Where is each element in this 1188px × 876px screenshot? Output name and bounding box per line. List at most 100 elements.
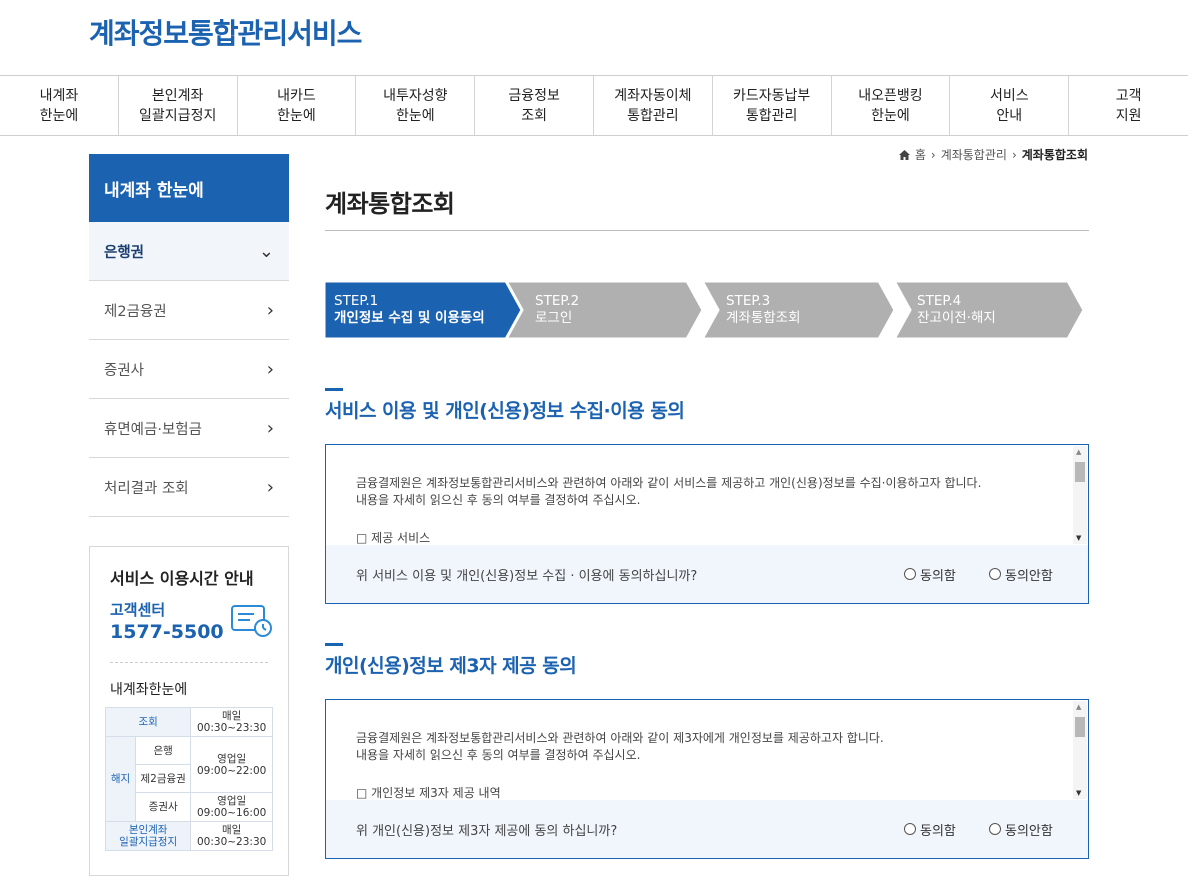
section-title-third-party-consent: 개인(신용)정보 제3자 제공 동의 <box>325 655 577 677</box>
gnb-label-line2: 한눈에 <box>395 107 435 124</box>
breadcrumb: 홈 › 계좌통합관리 › 계좌통합조회 <box>898 146 1088 163</box>
consent-text-line: 금융결제원은 계좌정보통합관리서비스와 관련하여 아래와 같이 서비스를 제공하… <box>356 476 982 490</box>
side-nav-item-second-tier[interactable]: 제2금융권 › <box>89 281 289 340</box>
consent-question: 위 서비스 이용 및 개인(신용)정보 수집 · 이용에 동의하십니까? <box>356 568 698 584</box>
side-nav-item-results[interactable]: 처리결과 조회 › <box>89 458 289 517</box>
gnb-label-line2: 통합관리 <box>627 107 679 124</box>
breadcrumb-home[interactable]: 홈 <box>915 146 926 163</box>
step-number: STEP.4 <box>917 293 962 309</box>
gnb-label-line1: 내투자성향 <box>383 87 448 104</box>
time-line: 영업일 <box>217 752 247 765</box>
time-line: 00:30~23:30 <box>196 722 267 734</box>
disagree-radio[interactable]: 동의안함 <box>989 820 1053 839</box>
radio-circle-icon[interactable] <box>989 568 1001 580</box>
side-nav-item-bank[interactable]: 은행권 ⌄ <box>89 222 289 281</box>
table-cell: 조회 <box>104 707 192 737</box>
section-marker <box>325 388 343 391</box>
step-number: STEP.3 <box>726 293 771 309</box>
side-nav-item-securities[interactable]: 증권사 › <box>89 340 289 399</box>
gnb-label-line1: 본인계좌 <box>151 87 204 104</box>
chevron-right-icon: › <box>266 476 274 498</box>
table-cell: 은행 <box>134 736 192 765</box>
gnb-label-line2: 한눈에 <box>871 107 910 124</box>
side-nav-title: 내계좌 한눈에 <box>89 154 289 222</box>
home-icon[interactable] <box>898 149 910 160</box>
customer-center-icon <box>231 605 272 637</box>
consent-box-service: 금융결제원은 계좌정보통합관리서비스와 관련하여 아래와 같이 서비스를 제공하… <box>325 444 1089 604</box>
side-nav-label: 은행권 <box>104 244 145 261</box>
step-label: 개인정보 수집 및 이용동의 <box>334 310 485 326</box>
radio-circle-icon[interactable] <box>904 823 916 835</box>
gnb-item-card-auto-pay[interactable]: 카드자동납부 통합관리 <box>713 76 832 135</box>
site-header: 계좌정보통합관리서비스 <box>0 0 1188 76</box>
gnb-label-line2: 안내 <box>996 107 1023 124</box>
row-label-line: 본인계좌 <box>128 824 168 836</box>
scroll-up-icon[interactable]: ▲ <box>1076 448 1081 456</box>
service-hours-table: 조회 매일 00:30~23:30 해지 은행 영업일 09:00~22:00 제2… <box>104 707 273 851</box>
divider <box>325 230 1089 231</box>
scrollbar[interactable]: ▲ ▼ <box>1073 446 1087 544</box>
agree-radio[interactable]: 동의함 <box>904 820 956 839</box>
chevron-down-icon: ⌄ <box>258 240 274 262</box>
radio-circle-icon[interactable] <box>904 568 916 580</box>
table-cell: 해지 <box>105 736 136 822</box>
time-line: 영업일 <box>217 795 247 807</box>
time-line: 00:30~23:30 <box>196 836 267 848</box>
side-nav: 내계좌 한눈에 은행권 ⌄ 제2금융권 › 증권사 › 휴면예금·보험금 › 처리결과 … <box>89 154 289 517</box>
customer-center-label: 고객센터 <box>110 601 166 619</box>
time-line: 09:00~16:00 <box>196 807 267 819</box>
scrollbar[interactable]: ▲ ▼ <box>1073 701 1087 799</box>
gnb-item-my-cards[interactable]: 내카드 한눈에 <box>238 76 357 135</box>
scroll-down-icon[interactable]: ▼ <box>1076 534 1081 542</box>
row-label-line: 일괄지급정지 <box>119 836 178 848</box>
radio-circle-icon[interactable] <box>989 823 1001 835</box>
gnb-label-line2: 한눈에 <box>277 107 316 124</box>
site-logo[interactable]: 계좌정보통합관리서비스 <box>89 12 362 52</box>
scroll-thumb[interactable] <box>1075 462 1085 482</box>
customer-center-phone: 1577-5500 <box>110 621 224 643</box>
chevron-right-icon: › <box>1011 147 1017 162</box>
service-hours-title: 서비스 이용시간 안내 <box>110 569 254 588</box>
side-nav-label: 처리결과 조회 <box>104 480 189 497</box>
chevron-right-icon: › <box>266 299 274 321</box>
consent-box-third-party: 금융결제원은 계좌정보통합관리서비스와 관련하여 아래와 같이 제3자에게 개인… <box>325 699 1089 859</box>
section-marker <box>325 643 343 646</box>
table-row: 조회 매일 00:30~23:30 <box>104 707 273 737</box>
service-hours-subtitle: 내계좌한눈에 <box>110 682 188 698</box>
gnb-item-account-stop[interactable]: 본인계좌 일괄지급정지 <box>119 76 238 135</box>
gnb-item-service-info[interactable]: 서비스 안내 <box>950 76 1070 135</box>
table-row: 해지 은행 영업일 09:00~22:00 <box>105 736 273 822</box>
service-hours-panel: 서비스 이용시간 안내 고객센터 1577-5500 내계좌한눈에 조회 매일 0… <box>89 546 289 876</box>
gnb-item-auto-transfer[interactable]: 계좌자동이체 통합관리 <box>594 76 713 135</box>
agree-radio[interactable]: 동의함 <box>904 565 956 584</box>
divider <box>110 662 268 663</box>
gnb-item-invest-profile[interactable]: 내투자성향한눈에 <box>356 76 476 135</box>
table-row: 본인계좌 일괄지급정지 매일 00:30~23:30 <box>104 821 273 851</box>
gnb-item-customer-support[interactable]: 고객 지원 <box>1069 76 1188 135</box>
chevron-right-icon: › <box>930 147 936 162</box>
table-cell: 영업일 09:00~16:00 <box>190 792 273 822</box>
side-nav-item-dormant[interactable]: 휴면예금·보험금 › <box>89 399 289 458</box>
gnb-label-line2: 지원 <box>1115 107 1142 124</box>
gnb-item-open-banking[interactable]: 내오픈뱅킹 한눈에 <box>832 76 951 135</box>
time-line: 09:00~22:00 <box>196 764 267 777</box>
consent-text-line: 금융결제원은 계좌정보통합관리서비스와 관련하여 아래와 같이 제3자에게 개인… <box>356 731 884 745</box>
scroll-up-icon[interactable]: ▲ <box>1076 703 1081 711</box>
step-2: STEP.2 로그인 <box>535 293 579 327</box>
scroll-thumb[interactable] <box>1075 717 1085 737</box>
consent-question-row: 위 서비스 이용 및 개인(신용)정보 수집 · 이용에 동의하십니까? 동의함… <box>326 545 1088 603</box>
scroll-down-icon[interactable]: ▼ <box>1076 789 1081 797</box>
step-3-shape <box>502 281 705 339</box>
gnb-label-line2: 통합관리 <box>745 107 798 124</box>
disagree-radio[interactable]: 동의안함 <box>989 565 1053 584</box>
chevron-right-icon: › <box>266 417 274 439</box>
gnb-label-line2: 조회 <box>521 107 547 124</box>
step-number: STEP.1 <box>334 293 379 309</box>
gnb-label-line1: 내계좌 <box>39 87 79 104</box>
breadcrumb-level1[interactable]: 계좌통합관리 <box>941 146 1007 163</box>
step-1: STEP.1 개인정보 수집 및 이용동의 <box>334 293 485 327</box>
gnb-label-line2: 한눈에 <box>39 107 79 124</box>
gnb-item-my-accounts[interactable]: 내계좌한눈에 <box>0 76 119 135</box>
gnb-item-financial-info[interactable]: 금융정보 조회 <box>475 76 594 135</box>
page-title: 계좌통합조회 <box>325 190 455 218</box>
